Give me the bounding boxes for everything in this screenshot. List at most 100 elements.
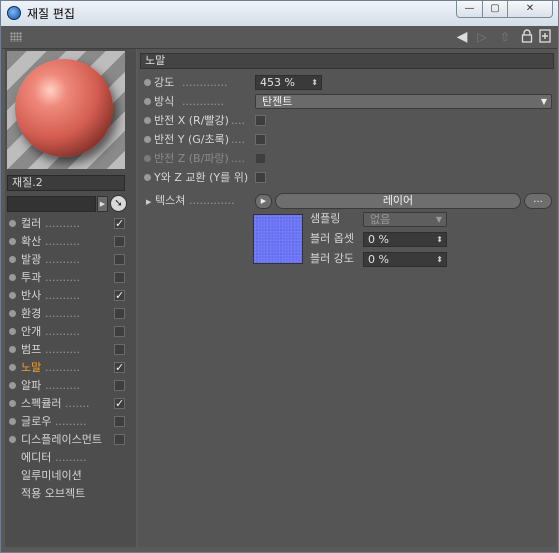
- spin-arrows-icon[interactable]: ⬍: [436, 233, 443, 246]
- channel-checkbox[interactable]: [114, 416, 125, 427]
- channel-checkbox[interactable]: ✓: [114, 290, 125, 301]
- leader-dots: ....: [231, 133, 245, 146]
- channel-checkbox[interactable]: [114, 272, 125, 283]
- close-button[interactable]: ✕: [507, 1, 553, 18]
- spin-arrows-icon[interactable]: ⬍: [436, 253, 443, 266]
- channel-dot-icon: [9, 382, 16, 389]
- sidebar-channel-item[interactable]: 범프..........: [8, 342, 128, 358]
- title-bar: 재질 편집 — ▢ ✕: [1, 1, 558, 26]
- blur-strength-value: 0 %: [368, 253, 389, 266]
- panel-header: 노말: [140, 53, 554, 69]
- sidebar-channel-item[interactable]: 발광..........: [8, 252, 128, 268]
- picker-arrow-icon[interactable]: ➘: [110, 195, 127, 212]
- channel-checkbox[interactable]: ✓: [114, 398, 125, 409]
- channel-checkbox[interactable]: [114, 254, 125, 265]
- animate-dot-icon[interactable]: [144, 98, 151, 105]
- leader-dots: ....: [231, 114, 245, 127]
- animate-dot-icon[interactable]: [144, 174, 151, 181]
- channel-checkbox[interactable]: ✓: [114, 218, 125, 229]
- channel-label: 범프: [21, 343, 42, 356]
- swap-yz-checkbox[interactable]: [255, 172, 266, 183]
- channel-label: 환경: [21, 307, 42, 320]
- sidebar-channel-item[interactable]: 환경..........: [8, 306, 128, 322]
- strength-spinner[interactable]: 453 % ⬍: [255, 75, 322, 90]
- flip-z-checkbox: [255, 153, 266, 164]
- filter-arrow-button[interactable]: ▶: [97, 196, 108, 212]
- sidebar-channel-item[interactable]: 반사.......... ✓: [8, 288, 128, 304]
- channel-label: 투과: [21, 271, 42, 284]
- lock-icon[interactable]: [520, 29, 534, 45]
- sidebar-channel-item[interactable]: 컬러.......... ✓: [8, 216, 128, 232]
- animate-dot-icon[interactable]: [144, 117, 151, 124]
- sidebar-channel-item[interactable]: 디스플레이스먼트: [8, 432, 128, 448]
- animate-dot-icon[interactable]: [144, 136, 151, 143]
- flip-x-checkbox[interactable]: [255, 115, 266, 126]
- channel-dot-icon: [9, 310, 16, 317]
- sidebar-extra-item[interactable]: 일루미네이션: [8, 468, 128, 484]
- blur-strength-spinner[interactable]: 0 % ⬍: [363, 252, 447, 267]
- sidebar-channel-item[interactable]: 투과..........: [8, 270, 128, 286]
- sidebar-extra-item[interactable]: 에디터.........: [8, 450, 128, 466]
- channel-checkbox[interactable]: [114, 344, 125, 355]
- method-dropdown[interactable]: 탄젠트 ▼: [255, 94, 552, 109]
- material-name-field[interactable]: 재질.2: [7, 175, 125, 191]
- channel-dot-icon: [9, 364, 16, 371]
- chevron-down-icon: ▼: [435, 215, 442, 224]
- leader-dots: .............: [182, 76, 228, 89]
- new-panel-icon[interactable]: [538, 29, 552, 45]
- arrow-left-icon[interactable]: ◀: [454, 29, 470, 45]
- up-icon[interactable]: ⇧: [498, 29, 512, 45]
- extra-label: 적용 오브젝트: [21, 487, 86, 500]
- animate-dot-icon: [144, 155, 151, 162]
- animate-dot-icon[interactable]: [144, 79, 151, 86]
- layer-button[interactable]: 레이어: [275, 193, 521, 209]
- sidebar-channel-item[interactable]: 스펙큘러....... ✓: [8, 396, 128, 412]
- leader-dots: ..........: [45, 361, 80, 374]
- flip-y-checkbox[interactable]: [255, 134, 266, 145]
- leader-dots: ............: [182, 95, 224, 108]
- channel-checkbox[interactable]: [114, 308, 125, 319]
- spin-arrows-icon[interactable]: ⬍: [311, 76, 318, 89]
- chevron-down-icon: ▼: [540, 97, 547, 106]
- channel-checkbox[interactable]: [114, 326, 125, 337]
- sidebar-channel-item[interactable]: 글로우.........: [8, 414, 128, 430]
- channel-checkbox[interactable]: [114, 434, 125, 445]
- sidebar-channel-item[interactable]: 확산..........: [8, 234, 128, 250]
- sidebar-extra-item[interactable]: 적용 오브젝트: [8, 486, 128, 502]
- channel-label: 글로우: [21, 415, 52, 428]
- channel-checkbox[interactable]: [114, 380, 125, 391]
- material-preview[interactable]: [7, 51, 125, 169]
- channel-dot-icon: [9, 292, 16, 299]
- leader-dots: .........: [55, 415, 87, 428]
- channel-dot-icon: [9, 256, 16, 263]
- filter-input[interactable]: [7, 196, 96, 212]
- strength-label: 강도: [154, 76, 175, 89]
- maximize-button[interactable]: ▢: [482, 1, 508, 18]
- channel-label: 안개: [21, 325, 42, 338]
- flip-y-label: 반전 Y (G/초록): [154, 133, 230, 146]
- sidebar-channel-item[interactable]: 안개..........: [8, 324, 128, 340]
- minimize-button[interactable]: —: [456, 1, 483, 18]
- window-title: 재질 편집: [27, 7, 75, 21]
- channel-checkbox[interactable]: [114, 236, 125, 247]
- sidebar-channel-item[interactable]: 알파..........: [8, 378, 128, 394]
- leader-dots: ..........: [45, 307, 80, 320]
- swap-yz-label: Y와 Z 교환 (Y를 위): [154, 171, 249, 184]
- expand-triangle-icon[interactable]: ▶: [146, 198, 151, 206]
- blur-offset-spinner[interactable]: 0 % ⬍: [363, 232, 447, 247]
- grip-icon[interactable]: [10, 32, 22, 42]
- sidebar-channel-item[interactable]: 노말.......... ✓: [8, 360, 128, 376]
- arrow-right-icon[interactable]: ▷: [474, 29, 490, 45]
- channel-label: 반사: [21, 289, 42, 302]
- leader-dots: ..........: [45, 271, 80, 284]
- more-button[interactable]: ...: [524, 193, 552, 209]
- texture-menu-button[interactable]: ▶: [255, 194, 272, 209]
- strength-value: 453 %: [260, 76, 295, 89]
- texture-thumbnail[interactable]: [253, 214, 303, 264]
- channel-label: 컬러: [21, 217, 42, 230]
- channel-checkbox[interactable]: ✓: [114, 362, 125, 373]
- flip-z-label: 반전 Z (B/파랑): [154, 152, 229, 165]
- blur-strength-label: 블러 강도: [310, 252, 354, 265]
- leader-dots: ..........: [45, 217, 80, 230]
- channel-dot-icon: [9, 274, 16, 281]
